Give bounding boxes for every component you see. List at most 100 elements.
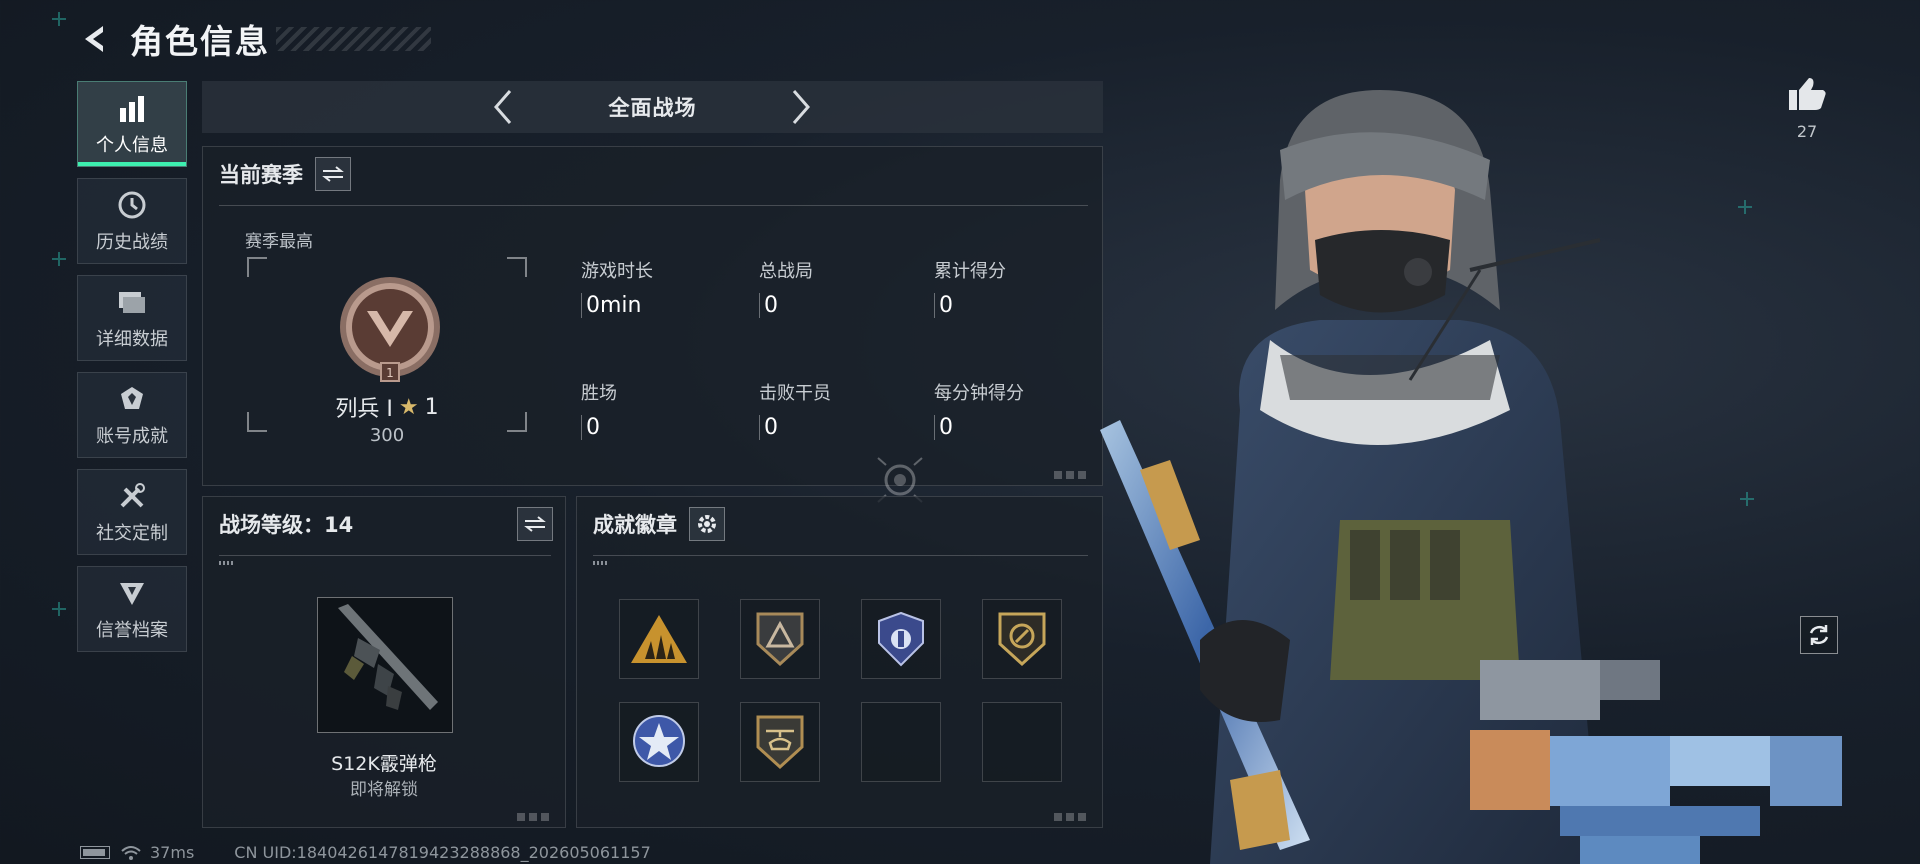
uid-text: CN UID:1840426147819423288868_2026050611… (234, 843, 651, 862)
stat-label: 游戏时长 (581, 261, 653, 282)
stat-label: 总战局 (759, 261, 813, 282)
season-switch-button[interactable] (315, 157, 351, 191)
battery-icon (80, 846, 110, 859)
level-switch-button[interactable] (517, 507, 553, 541)
sidebar-item-history[interactable]: 历史战绩 (77, 178, 187, 264)
background-cross-deco (1740, 492, 1754, 506)
sidebar-item-detailed-data[interactable]: 详细数据 (77, 275, 187, 361)
divider (219, 555, 551, 556)
weapon-reward-slot[interactable] (317, 597, 453, 733)
title-decoration (276, 27, 431, 51)
achievement-badges-panel: 成就徽章 (576, 496, 1103, 828)
stat-value: 0 (934, 415, 1074, 440)
stat-wins: 胜场 0 (581, 379, 721, 440)
stat-total-score: 累计得分 0 (934, 257, 1074, 318)
chevron-left-icon (494, 90, 512, 124)
badge-slot-empty[interactable] (982, 702, 1062, 782)
badge-slot-empty[interactable] (861, 702, 941, 782)
mode-prev-button[interactable] (486, 89, 522, 125)
battlefield-level-panel: 战场等级：14 S12K霰弹枪 即将解锁 (202, 496, 566, 828)
chevron-right-icon (792, 90, 810, 124)
mode-selector: 全面战场 (202, 81, 1103, 133)
badge-slot[interactable] (619, 702, 699, 782)
divider-ticks (219, 561, 233, 565)
stat-label: 胜场 (581, 383, 617, 404)
divider (219, 205, 1088, 206)
stat-value: 0 (934, 293, 1074, 318)
mode-next-button[interactable] (782, 89, 818, 125)
back-arrow-icon (85, 26, 103, 52)
achievement-icon (115, 382, 149, 416)
level-title: 战场等级：14 (219, 513, 354, 537)
sidebar-item-label: 账号成就 (96, 426, 168, 447)
bar-chart-icon (115, 91, 149, 125)
badge-slot[interactable] (861, 599, 941, 679)
stat-label: 击败干员 (759, 383, 831, 404)
status-footer: 37ms CN UID:1840426147819423288868_20260… (80, 843, 651, 862)
svg-text:1: 1 (386, 366, 394, 380)
shotgun-icon (338, 604, 438, 710)
badges-settings-button[interactable] (689, 507, 725, 541)
badge-slot[interactable] (982, 599, 1062, 679)
badge-slot[interactable] (740, 702, 820, 782)
rank-display: 1 列兵 Ⅰ ★ 1 300 (247, 257, 527, 446)
corner-decoration (517, 813, 553, 821)
divider (593, 555, 1088, 556)
like-count: 27 (1796, 122, 1818, 141)
sidebar-item-reputation[interactable]: 信誉档案 (77, 566, 187, 652)
rank-name: 列兵 Ⅰ (335, 397, 393, 422)
badge-slot[interactable] (740, 599, 820, 679)
weapon-status: 即将解锁 (350, 780, 418, 800)
stat-value: 0 (759, 415, 899, 440)
wifi-icon (121, 845, 141, 860)
stat-kills: 击败干员 0 (759, 379, 899, 440)
swap-icon (524, 516, 546, 532)
rotate-icon (1809, 625, 1829, 645)
medic-badge-icon (998, 612, 1046, 667)
background-cross-deco (52, 602, 66, 616)
stat-play-time: 游戏时长 0min (581, 257, 721, 318)
police-badge-icon (878, 611, 924, 667)
back-button[interactable] (78, 21, 114, 57)
sidebar-item-label: 信誉档案 (96, 620, 168, 641)
page-title: 角色信息 (130, 22, 270, 61)
rank-emblem-icon: 1 (337, 277, 443, 383)
season-best-label: 赛季最高 (245, 232, 313, 252)
rank-score: 300 (369, 425, 405, 446)
stat-value: 0 (759, 293, 899, 318)
divider-ticks (593, 561, 607, 565)
folder-icon (115, 285, 149, 319)
stat-label: 每分钟得分 (934, 383, 1024, 404)
rank-stars: 1 (424, 394, 439, 420)
triangle-shield-badge-icon (756, 612, 804, 667)
star-icon: ★ (398, 394, 419, 420)
badge-slot[interactable] (619, 599, 699, 679)
season-title: 当前赛季 (219, 163, 303, 187)
sidebar-item-personal-info[interactable]: 个人信息 (77, 81, 187, 167)
soldiers-badge-icon (631, 615, 687, 663)
ping-value: 37ms (150, 843, 195, 862)
sidebar-item-label: 详细数据 (96, 329, 168, 350)
rotate-model-button[interactable] (1800, 616, 1838, 654)
stat-total-matches: 总战局 0 (759, 257, 899, 318)
sidebar-item-label: 社交定制 (96, 523, 168, 544)
sidebar-item-label: 历史战绩 (96, 232, 168, 253)
sidebar-item-label: 个人信息 (96, 135, 168, 156)
mode-title: 全面战场 (608, 96, 697, 120)
tools-icon (115, 479, 149, 513)
stat-value: 0min (581, 293, 721, 318)
helicopter-badge-icon (756, 715, 804, 770)
weapon-name: S12K霰弹枪 (331, 753, 437, 775)
stat-value: 0 (581, 415, 721, 440)
stat-score-per-minute: 每分钟得分 0 (934, 379, 1074, 440)
sidebar-item-social[interactable]: 社交定制 (77, 469, 187, 555)
swap-icon (322, 166, 344, 182)
star-emblem-badge-icon (633, 715, 685, 767)
stat-label: 累计得分 (934, 261, 1006, 282)
gear-icon (698, 515, 716, 533)
like-button[interactable]: 27 (1782, 76, 1832, 141)
sidebar-item-achievements[interactable]: 账号成就 (77, 372, 187, 458)
history-clock-icon (115, 188, 149, 222)
badges-title: 成就徽章 (593, 513, 677, 537)
background-cross-deco (1738, 200, 1752, 214)
